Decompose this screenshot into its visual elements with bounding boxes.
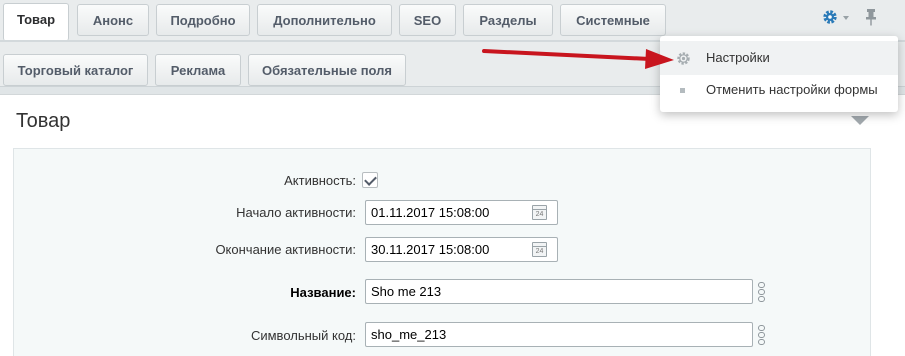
- tab-trade-catalog[interactable]: Торговый каталог: [3, 54, 148, 86]
- section-title: Товар: [16, 110, 71, 132]
- tab-seo[interactable]: SEO: [399, 4, 456, 36]
- name-label: Название:: [290, 285, 356, 300]
- link-icon[interactable]: [756, 324, 766, 346]
- tab-additional[interactable]: Дополнительно: [257, 4, 392, 36]
- menu-item-settings[interactable]: Настройки: [660, 41, 898, 75]
- tab-required-fields[interactable]: Обязательные поля: [248, 54, 406, 86]
- collapse-arrow-icon[interactable]: [851, 116, 869, 125]
- start-date-input[interactable]: 01.11.2017 15:08:00: [365, 200, 558, 225]
- menu-item-label: Настройки: [706, 50, 770, 65]
- name-input[interactable]: Sho me 213: [365, 279, 753, 304]
- tab-system[interactable]: Системные: [560, 4, 666, 36]
- tab-sections[interactable]: Разделы: [463, 4, 553, 36]
- calendar-icon[interactable]: 24: [532, 205, 547, 220]
- pin-icon[interactable]: [864, 8, 878, 26]
- tab-detail[interactable]: Подробно: [156, 4, 250, 36]
- tab-advertising[interactable]: Реклама: [155, 54, 241, 86]
- end-date-input[interactable]: 30.11.2017 15:08:00: [365, 237, 558, 262]
- menu-item-label: Отменить настройки формы: [706, 82, 878, 97]
- main-tabs: Товар Анонс Подробно Дополнительно SEO Р…: [0, 0, 905, 41]
- code-label: Символьный код:: [250, 328, 356, 343]
- annotation-arrow-icon: [482, 49, 674, 69]
- menu-item-reset-form[interactable]: Отменить настройки формы: [660, 73, 898, 107]
- tab-product[interactable]: Товар: [3, 3, 69, 41]
- code-input[interactable]: sho_me_213: [365, 322, 753, 347]
- end-date-label: Окончание активности:: [215, 242, 356, 257]
- settings-menu: Настройки Отменить настройки формы: [660, 36, 898, 112]
- tab-announce[interactable]: Анонс: [77, 4, 149, 36]
- chevron-down-icon[interactable]: [843, 16, 849, 20]
- calendar-icon[interactable]: 24: [532, 242, 547, 257]
- active-checkbox[interactable]: [362, 172, 378, 188]
- gear-icon[interactable]: [822, 9, 838, 25]
- start-date-label: Начало активности:: [236, 205, 356, 220]
- link-icon[interactable]: [756, 281, 766, 303]
- square-bullet-icon: [680, 88, 685, 93]
- active-label: Активность:: [284, 173, 356, 188]
